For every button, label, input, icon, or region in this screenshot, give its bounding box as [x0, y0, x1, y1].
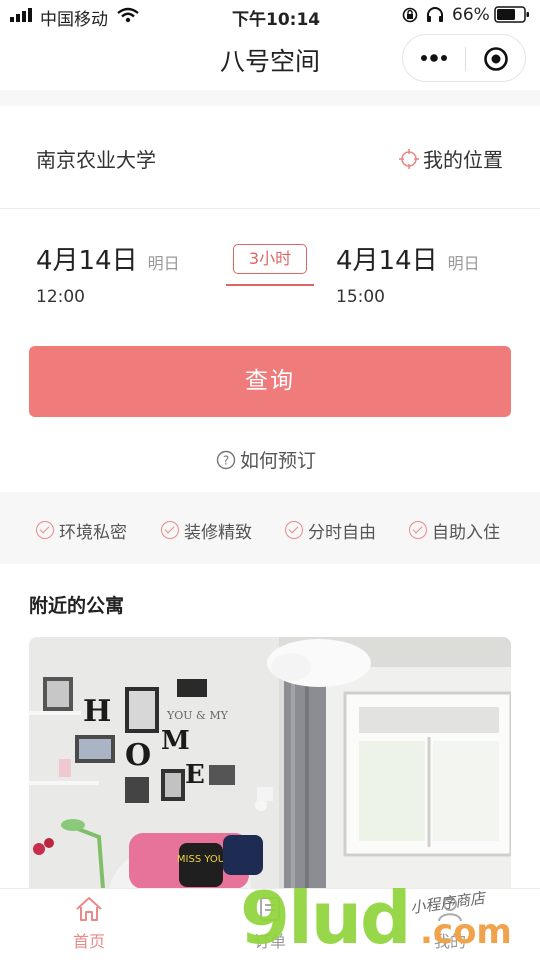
svg-text:?: ? [223, 453, 229, 467]
pillow-text: MISS YOU [177, 854, 225, 865]
carrier-label: 中国移动 [40, 10, 108, 30]
more-icon[interactable] [421, 53, 449, 63]
battery-percent: 66% [452, 5, 490, 25]
wall-letter: O [125, 738, 151, 773]
check-circle-icon [36, 521, 54, 539]
end-time: 15:00 [336, 287, 385, 307]
feature-item: 分时自由 [285, 518, 376, 543]
feature-item: 装修精致 [161, 518, 252, 543]
start-date: 4月14日 [36, 246, 138, 276]
wifi-icon [117, 7, 139, 23]
start-time: 12:00 [36, 287, 85, 307]
feature-item: 自助入住 [409, 518, 500, 543]
watermark-domain: .com [420, 912, 512, 952]
home-icon [76, 897, 102, 921]
battery-icon [494, 6, 529, 23]
current-location[interactable]: 南京农业大学 [36, 144, 156, 173]
start-datetime[interactable]: 4月14日 明日 12:00 [36, 240, 180, 307]
tab-home[interactable]: 首页 [29, 895, 149, 952]
miniprogram-capsule [402, 34, 526, 82]
feature-label: 分时自由 [308, 522, 376, 543]
duration-badge[interactable]: 3小时 [233, 244, 307, 274]
wall-small-text: YOU & MY [166, 709, 229, 722]
room-photo: H O M E YOU & MY MISS YOU [29, 637, 511, 889]
close-miniprogram-icon[interactable] [483, 46, 509, 72]
my-location-button[interactable]: 我的位置 [398, 144, 503, 173]
feature-label: 自助入住 [432, 522, 500, 543]
headphones-icon [427, 7, 443, 22]
wall-letter: E [185, 760, 205, 790]
clock: 下午10:14 [232, 10, 321, 30]
check-circle-icon [161, 521, 179, 539]
watermark-logo: 9lud [240, 876, 412, 960]
check-circle-icon [409, 521, 427, 539]
check-circle-icon [285, 521, 303, 539]
how-to-book-link[interactable]: ? 如何预订 [216, 446, 316, 473]
tab-label: 首页 [72, 932, 105, 951]
search-button[interactable]: 查询 [29, 346, 511, 417]
end-date: 4月14日 [336, 246, 438, 276]
how-to-book-label: 如何预订 [240, 450, 317, 472]
capsule-divider [465, 47, 466, 71]
start-day-label: 明日 [147, 254, 180, 273]
wall-letter: H [83, 694, 111, 729]
my-location-label: 我的位置 [423, 148, 503, 172]
end-datetime[interactable]: 4月14日 明日 15:00 [336, 240, 480, 307]
nav-bar: 八号空间 [0, 30, 540, 90]
duration-underline [226, 284, 314, 286]
apartment-card-photo[interactable]: H O M E YOU & MY MISS YOU [29, 637, 511, 889]
wall-letter: M [161, 726, 190, 756]
status-bar: 中国移动 下午10:14 66% [0, 0, 540, 30]
nearby-section-title: 附近的公寓 [29, 595, 125, 617]
orientation-lock-icon [402, 7, 418, 23]
feature-item: 环境私密 [36, 518, 127, 543]
signal-icon [10, 8, 32, 22]
end-day-label: 明日 [447, 254, 480, 273]
feature-label: 环境私密 [59, 522, 127, 543]
locate-crosshair-icon [399, 148, 419, 169]
feature-label: 装修精致 [184, 522, 252, 543]
header-divider-strip [0, 90, 540, 106]
location-divider [0, 208, 540, 209]
help-question-icon: ? [216, 450, 236, 469]
